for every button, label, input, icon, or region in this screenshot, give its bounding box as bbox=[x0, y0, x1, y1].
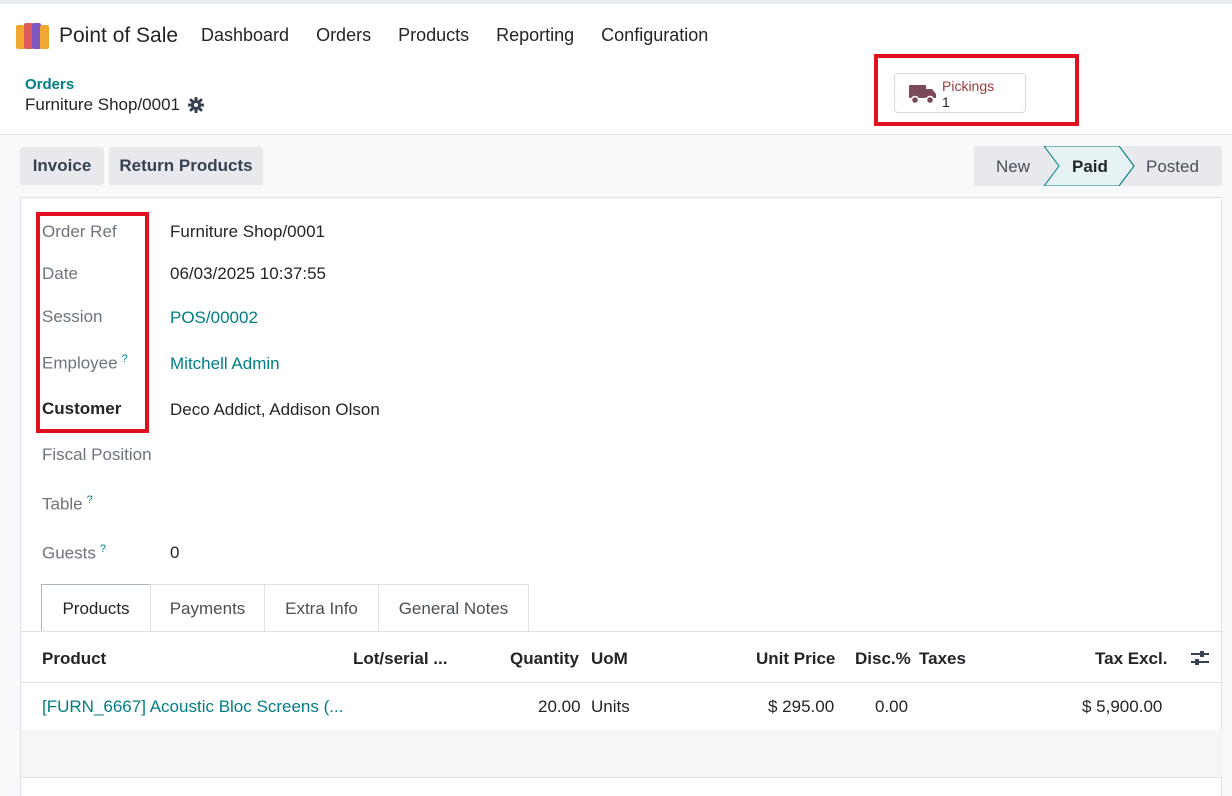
customer-label: Customer bbox=[42, 399, 122, 418]
tab-divider bbox=[21, 631, 1223, 632]
guests-value[interactable]: 0 bbox=[170, 543, 179, 563]
menu-products[interactable]: Products bbox=[398, 25, 469, 46]
col-taxes[interactable]: Taxes bbox=[919, 649, 966, 669]
col-lot[interactable]: Lot/serial ... bbox=[353, 649, 447, 669]
order-ref-value: Furniture Shop/0001 bbox=[170, 222, 325, 241]
status-new[interactable]: New bbox=[996, 157, 1030, 177]
status-paid[interactable]: Paid bbox=[1072, 157, 1108, 177]
breadcrumb-orders-link[interactable]: Orders bbox=[25, 76, 74, 93]
guests-label: Guests? bbox=[42, 543, 106, 564]
employee-help-icon[interactable]: ? bbox=[122, 353, 128, 365]
line-uom[interactable]: Units bbox=[591, 697, 630, 717]
row-divider-bottom bbox=[21, 777, 1223, 778]
date-value[interactable]: 06/03/2025 10:37:55 bbox=[170, 264, 326, 284]
col-unit-price[interactable]: Unit Price bbox=[756, 649, 835, 669]
order-ref-label: Order Ref bbox=[42, 222, 117, 241]
empty-table-row bbox=[21, 730, 1223, 777]
line-tax-excl: $ 5,900.00 bbox=[1082, 697, 1163, 716]
employee-label-text: Employee bbox=[42, 353, 118, 373]
session-label: Session bbox=[42, 307, 103, 326]
session-link[interactable]: POS/00002 bbox=[170, 308, 258, 328]
optional-columns-icon[interactable] bbox=[1189, 647, 1211, 669]
date-label: Date bbox=[42, 264, 78, 283]
gear-icon[interactable] bbox=[188, 97, 204, 113]
status-posted[interactable]: Posted bbox=[1146, 157, 1199, 177]
customer-value[interactable]: Deco Addict, Addison Olson bbox=[170, 400, 380, 420]
employee-label: Employee? bbox=[42, 353, 128, 374]
col-uom[interactable]: UoM bbox=[591, 649, 628, 669]
header-divider bbox=[21, 682, 1223, 683]
breadcrumb-current: Furniture Shop/0001 bbox=[25, 95, 204, 115]
app-name[interactable]: Point of Sale bbox=[59, 24, 178, 48]
col-tax-excl[interactable]: Tax Excl. bbox=[1095, 649, 1167, 669]
tab-payments[interactable]: Payments bbox=[150, 584, 265, 632]
employee-link[interactable]: Mitchell Admin bbox=[170, 354, 280, 374]
menu-dashboard[interactable]: Dashboard bbox=[201, 25, 289, 46]
table-help-icon[interactable]: ? bbox=[87, 494, 93, 506]
tab-general-notes[interactable]: General Notes bbox=[378, 584, 529, 632]
line-unit-price[interactable]: $ 295.00 bbox=[768, 697, 834, 717]
notebook-tabs: Products Payments Extra Info General Not… bbox=[41, 584, 529, 632]
table-label-text: Table bbox=[42, 494, 83, 514]
col-product[interactable]: Product bbox=[42, 649, 106, 669]
menu-orders[interactable]: Orders bbox=[316, 25, 371, 46]
main-menu: Dashboard Orders Products Reporting Conf… bbox=[201, 25, 708, 46]
return-products-button[interactable]: Return Products bbox=[109, 147, 263, 185]
control-panel: Orders Furniture Shop/0001 Pickings 1 bbox=[0, 54, 1232, 135]
col-quantity[interactable]: Quantity bbox=[510, 649, 579, 669]
form-sheet: Order Ref Furniture Shop/0001 Date 06/03… bbox=[20, 197, 1223, 796]
record-name: Furniture Shop/0001 bbox=[25, 95, 180, 114]
line-product[interactable]: [FURN_6667] Acoustic Bloc Screens (... bbox=[42, 697, 343, 717]
line-discount[interactable]: 0.00 bbox=[875, 697, 908, 717]
menu-reporting[interactable]: Reporting bbox=[496, 25, 574, 46]
fiscal-position-label: Fiscal Position bbox=[42, 445, 152, 464]
tab-extra-info[interactable]: Extra Info bbox=[264, 584, 379, 632]
invoice-button[interactable]: Invoice bbox=[20, 147, 104, 185]
table-label: Table? bbox=[42, 494, 93, 515]
annotation-highlight-pickings bbox=[874, 54, 1079, 126]
status-bar: New Paid Posted bbox=[974, 146, 1222, 186]
guests-help-icon[interactable]: ? bbox=[100, 543, 106, 555]
col-discount[interactable]: Disc.% bbox=[855, 649, 911, 669]
tab-products[interactable]: Products bbox=[41, 584, 151, 632]
pos-app-logo-icon[interactable] bbox=[16, 23, 50, 49]
menu-configuration[interactable]: Configuration bbox=[601, 25, 708, 46]
line-quantity[interactable]: 20.00 bbox=[538, 697, 581, 717]
guests-label-text: Guests bbox=[42, 543, 96, 563]
